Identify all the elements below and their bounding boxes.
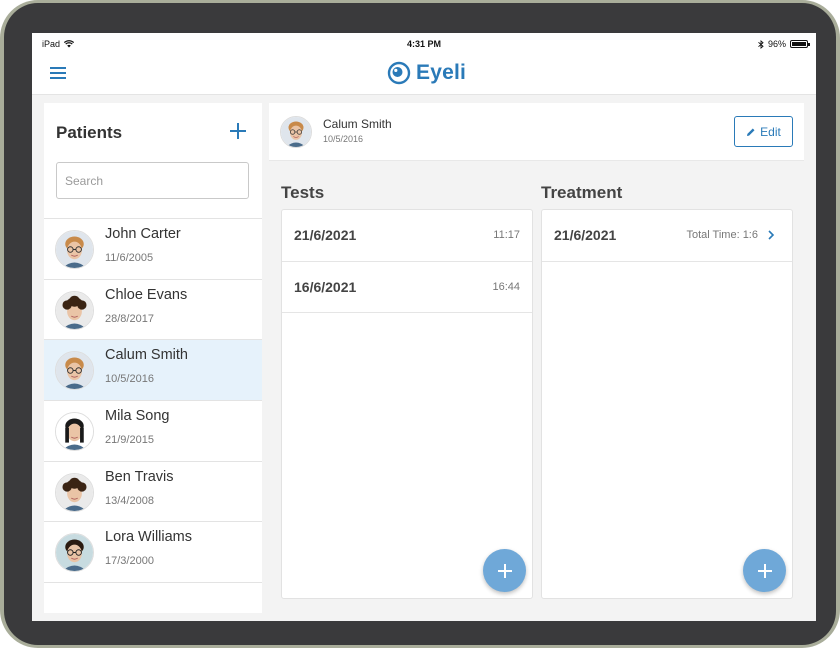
patient-dob: 13/4/2008: [105, 494, 154, 507]
treatment-card: 21/6/2021 Total Time: 1:6: [541, 209, 793, 599]
patient-row[interactable]: Chloe Evans 28/8/2017: [44, 280, 262, 341]
avatar: [55, 472, 94, 512]
patient-dob: 17/3/2000: [105, 555, 154, 568]
test-row[interactable]: 16/6/2021 16:44: [282, 262, 532, 313]
avatar: [55, 290, 94, 330]
patient-row[interactable]: John Carter 11/6/2005: [44, 219, 262, 280]
treatment-title: Treatment: [541, 183, 623, 202]
test-time: 11:17: [493, 229, 520, 241]
patient-dob: 11/6/2005: [105, 252, 154, 264]
patient-row[interactable]: Lora Williams 17/3/2000: [44, 522, 262, 584]
patient-name: Ben Travis: [105, 468, 174, 485]
battery-percent: 96%: [767, 39, 786, 49]
app-logo: Eyeli: [387, 61, 466, 85]
avatar: [55, 533, 94, 573]
status-bar: iPad 4:31 PM 96%: [32, 33, 816, 55]
menu-icon[interactable]: [50, 67, 66, 81]
patient-name: Chloe Evans: [105, 286, 188, 303]
patient-row[interactable]: Mila Song 21/9/2015: [44, 401, 262, 462]
battery-icon: [790, 40, 810, 48]
ipad-bezel: iPad 4:31 PM 96% Eyeli Patients Search J…: [4, 3, 836, 645]
patient-name: Mila Song: [105, 408, 170, 425]
header-patient-dob: 10/5/2016: [323, 134, 364, 144]
add-test-button[interactable]: [483, 549, 526, 592]
avatar: [280, 116, 312, 148]
tests-list: 21/6/2021 11:17 16/6/2021 16:44: [282, 210, 532, 313]
test-date: 16/6/2021: [294, 278, 357, 295]
patient-name: Lora Williams: [105, 529, 193, 546]
avatar: [55, 230, 94, 269]
status-right: 96%: [758, 39, 810, 49]
treatment-row[interactable]: 21/6/2021 Total Time: 1:6: [542, 210, 792, 262]
patients-title: Patients: [56, 123, 123, 142]
tests-title: Tests: [281, 183, 325, 202]
patient-name: Calum Smith: [105, 347, 188, 364]
add-patient-icon[interactable]: [228, 121, 248, 141]
patient-dob: 21/9/2015: [105, 434, 154, 447]
status-time: 4:31 PM: [406, 39, 441, 49]
bluetooth-icon: [758, 39, 764, 49]
search-input[interactable]: [56, 162, 249, 199]
eye-logo-icon: [387, 61, 411, 85]
test-date: 21/6/2021: [294, 227, 357, 243]
edit-button[interactable]: Edit: [734, 116, 793, 147]
patient-dob: 28/8/2017: [105, 312, 154, 325]
patients-panel: Patients John Carter 11/6/2005 Chloe Evans…: [44, 103, 262, 613]
treatment-date: 21/6/2021: [554, 227, 617, 243]
battery-fill: [792, 42, 806, 46]
patient-header: Calum Smith 10/5/2016 Edit: [269, 103, 804, 161]
pencil-icon: [747, 128, 755, 136]
patient-dob: 10/5/2016: [105, 373, 154, 386]
tests-card: 21/6/2021 11:17 16/6/2021 16:44: [281, 209, 533, 599]
test-row[interactable]: 21/6/2021 11:17: [282, 210, 532, 262]
patient-row[interactable]: Ben Travis 13/4/2008: [44, 462, 262, 523]
edit-label: Edit: [760, 124, 781, 139]
patient-list: John Carter 11/6/2005 Chloe Evans 28/8/2017…: [44, 218, 262, 584]
treatment-total-time: Total Time: 1:6: [686, 229, 758, 241]
plus-icon: [497, 563, 512, 578]
nav-bar: Eyeli: [32, 55, 816, 95]
app-screen: iPad 4:31 PM 96% Eyeli Patients Search J…: [32, 33, 816, 621]
header-patient-name: Calum Smith: [323, 117, 392, 131]
patient-row[interactable]: Calum Smith 10/5/2016: [44, 340, 262, 402]
patient-name: John Carter: [105, 226, 181, 242]
add-treatment-button[interactable]: [743, 549, 786, 592]
avatar: [55, 412, 94, 452]
test-time: 16:44: [492, 280, 520, 293]
plus-icon: [757, 563, 772, 578]
ipad-frame: iPad 4:31 PM 96% Eyeli Patients Search J…: [0, 0, 840, 648]
patient-detail: Calum Smith 10/5/2016 Edit Tests 21/6/20…: [269, 103, 804, 613]
chevron-right-icon: [768, 230, 775, 240]
app-name: Eyeli: [416, 61, 467, 84]
treatment-list: 21/6/2021 Total Time: 1:6: [542, 210, 792, 262]
avatar: [55, 351, 94, 391]
